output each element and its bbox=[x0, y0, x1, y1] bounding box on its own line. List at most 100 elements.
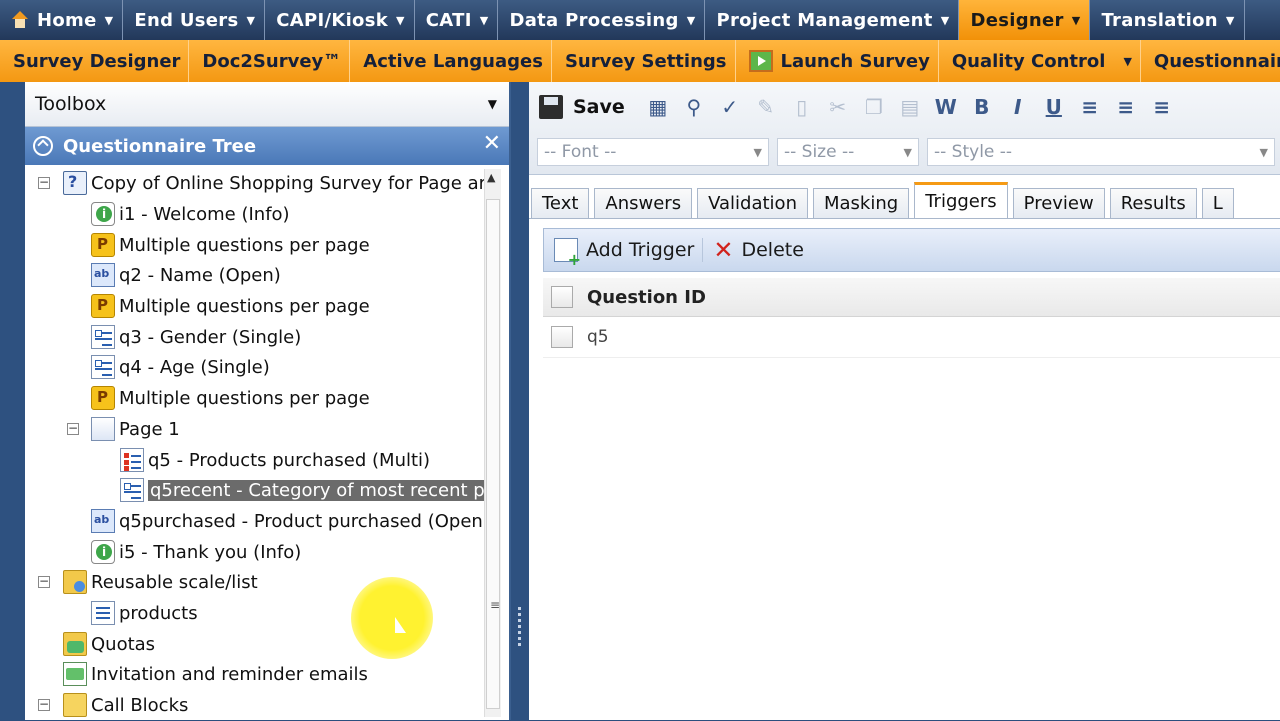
tree-item[interactable]: Multiple questions per page bbox=[91, 383, 370, 413]
email-icon bbox=[63, 662, 87, 686]
tab-preview[interactable]: Preview bbox=[1012, 188, 1105, 218]
tree-item[interactable]: products bbox=[91, 598, 198, 628]
tab-text[interactable]: Text bbox=[531, 188, 590, 218]
size-select[interactable]: -- Size -- ▼ bbox=[777, 138, 919, 166]
tab-triggers[interactable]: Triggers bbox=[914, 182, 1008, 218]
tab-masking[interactable]: Masking bbox=[812, 188, 910, 218]
scroll-thumb[interactable]: ≡ bbox=[486, 199, 500, 709]
dropdown-arrow-icon[interactable]: ▼ bbox=[941, 14, 950, 27]
dropdown-arrow-icon[interactable]: ▼ bbox=[488, 97, 497, 111]
insert-link-icon[interactable]: ⚲ bbox=[681, 94, 707, 120]
paste-icon[interactable]: ▤ bbox=[897, 94, 923, 120]
triggers-grid: Question ID q5 bbox=[543, 278, 1280, 358]
cut-icon[interactable]: ✂ bbox=[825, 94, 851, 120]
table-row[interactable]: q5 bbox=[543, 317, 1280, 358]
left-edge-strip bbox=[0, 82, 25, 720]
designer-submenu: Survey Designer Doc2Survey™ Active Langu… bbox=[0, 40, 1280, 82]
menu-designer[interactable]: Designer ▼ bbox=[959, 0, 1091, 40]
dropdown-arrow-icon[interactable]: ▼ bbox=[1072, 14, 1081, 27]
close-icon[interactable]: ✕ bbox=[483, 131, 501, 156]
copy-icon[interactable]: ❐ bbox=[861, 94, 887, 120]
submenu-survey-designer[interactable]: Survey Designer bbox=[0, 40, 190, 82]
collapse-toggle[interactable]: − bbox=[38, 575, 50, 588]
tree-item[interactable]: q5purchased - Product purchased (Open bbox=[91, 506, 483, 536]
tree-item[interactable]: q3 - Gender (Single) bbox=[91, 322, 301, 352]
page-icon bbox=[91, 417, 115, 441]
list-icon bbox=[91, 601, 115, 625]
collapse-toggle[interactable]: − bbox=[38, 698, 50, 711]
dropdown-arrow-icon[interactable]: ▼ bbox=[1123, 55, 1131, 68]
tab-answers[interactable]: Answers bbox=[594, 188, 693, 218]
tab-validation[interactable]: Validation bbox=[697, 188, 808, 218]
tree-item[interactable]: i5 - Thank you (Info) bbox=[91, 537, 301, 567]
dropdown-arrow-icon[interactable]: ▼ bbox=[396, 14, 405, 27]
multi-question-page-icon bbox=[91, 294, 115, 318]
tree-item[interactable]: Reusable scale/list bbox=[63, 567, 258, 597]
editor-toolbar: Save ▦ ⚲ ✓ ✎ ▯ ✂ ❐ ▤ W B I U ≡ ≡ ≡ -- Fo… bbox=[529, 82, 1280, 175]
panel-splitter[interactable] bbox=[511, 82, 529, 720]
align-right-icon[interactable]: ≡ bbox=[1149, 94, 1175, 120]
submenu-launch-survey[interactable]: Launch Survey bbox=[736, 40, 939, 82]
delete-button[interactable]: ✕ Delete bbox=[713, 236, 812, 264]
tree-item-selected[interactable]: q5recent - Category of most recent p bbox=[120, 475, 487, 505]
collapse-toggle[interactable]: − bbox=[67, 422, 79, 435]
menu-end-users[interactable]: End Users ▼ bbox=[123, 0, 266, 40]
menu-translation[interactable]: Translation ▼ bbox=[1090, 0, 1245, 40]
scroll-up-icon[interactable]: ▲ bbox=[487, 171, 495, 184]
properties-icon[interactable]: ▦ bbox=[645, 94, 671, 120]
dropdown-arrow-icon[interactable]: ▼ bbox=[105, 14, 114, 27]
font-select[interactable]: -- Font -- ▼ bbox=[537, 138, 769, 166]
edit-icon[interactable]: ✎ bbox=[753, 94, 779, 120]
tree-item[interactable]: i1 - Welcome (Info) bbox=[91, 199, 290, 229]
tree-item[interactable]: Copy of Online Shopping Survey for Page … bbox=[63, 168, 486, 198]
submenu-active-languages[interactable]: Active Languages bbox=[350, 40, 552, 82]
align-left-icon[interactable]: ≡ bbox=[1077, 94, 1103, 120]
submenu-doc2survey[interactable]: Doc2Survey™ bbox=[189, 40, 351, 82]
dropdown-arrow-icon[interactable]: ▼ bbox=[480, 14, 489, 27]
tree-item[interactable]: Page 1 bbox=[91, 414, 180, 444]
paste-word-icon[interactable]: W bbox=[933, 94, 959, 120]
underline-icon[interactable]: U bbox=[1041, 94, 1067, 120]
copy-doc-icon[interactable]: ▯ bbox=[789, 94, 815, 120]
tree-item[interactable]: Call Blocks bbox=[63, 690, 188, 720]
menu-capi-kiosk[interactable]: CAPI/Kiosk ▼ bbox=[265, 0, 415, 40]
tree-item[interactable]: Multiple questions per page bbox=[91, 291, 370, 321]
single-choice-icon bbox=[91, 325, 115, 349]
collapse-icon[interactable] bbox=[33, 136, 53, 156]
tree-item[interactable]: Multiple questions per page bbox=[91, 230, 370, 260]
tree-scrollbar[interactable]: ▲ ≡ bbox=[484, 169, 501, 717]
select-all-checkbox[interactable] bbox=[551, 286, 573, 308]
dropdown-arrow-icon[interactable]: ▼ bbox=[246, 14, 255, 27]
menu-project-management[interactable]: Project Management ▼ bbox=[705, 0, 960, 40]
submenu-survey-settings[interactable]: Survey Settings bbox=[552, 40, 736, 82]
dropdown-arrow-icon[interactable]: ▼ bbox=[1226, 14, 1235, 27]
spellcheck-icon[interactable]: ✓ bbox=[717, 94, 743, 120]
single-choice-icon bbox=[120, 478, 144, 502]
tree-item[interactable]: q4 - Age (Single) bbox=[91, 352, 270, 382]
style-select[interactable]: -- Style -- ▼ bbox=[927, 138, 1275, 166]
launch-icon bbox=[748, 50, 773, 72]
menu-data-processing[interactable]: Data Processing ▼ bbox=[498, 0, 706, 40]
tab-more[interactable]: L bbox=[1201, 188, 1234, 218]
align-center-icon[interactable]: ≡ bbox=[1113, 94, 1139, 120]
save-button[interactable]: Save bbox=[539, 95, 635, 119]
submenu-questionnaire-review[interactable]: Questionnaire Revi bbox=[1141, 40, 1280, 82]
tab-results[interactable]: Results bbox=[1109, 188, 1197, 218]
menu-home[interactable]: Home ▼ bbox=[0, 0, 124, 40]
collapse-toggle[interactable]: − bbox=[38, 176, 50, 189]
info-question-icon bbox=[91, 540, 115, 564]
add-trigger-button[interactable]: Add Trigger bbox=[554, 238, 704, 269]
tree-item[interactable]: Quotas bbox=[63, 629, 155, 659]
toolbox-header[interactable]: Toolbox ▼ bbox=[25, 82, 509, 127]
row-checkbox[interactable] bbox=[551, 326, 573, 348]
menu-cati[interactable]: CATI ▼ bbox=[415, 0, 499, 40]
question-tabs: Text Answers Validation Masking Triggers… bbox=[529, 182, 1280, 219]
dropdown-arrow-icon[interactable]: ▼ bbox=[687, 14, 696, 27]
bold-icon[interactable]: B bbox=[969, 94, 995, 120]
italic-icon[interactable]: I bbox=[1005, 94, 1031, 120]
submenu-quality-control[interactable]: Quality Control ▼ bbox=[939, 40, 1141, 82]
tree-item[interactable]: q2 - Name (Open) bbox=[91, 260, 281, 290]
tree-item[interactable]: q5 - Products purchased (Multi) bbox=[120, 445, 430, 475]
tree-item[interactable]: Invitation and reminder emails bbox=[63, 659, 368, 689]
add-trigger-icon bbox=[554, 238, 581, 269]
